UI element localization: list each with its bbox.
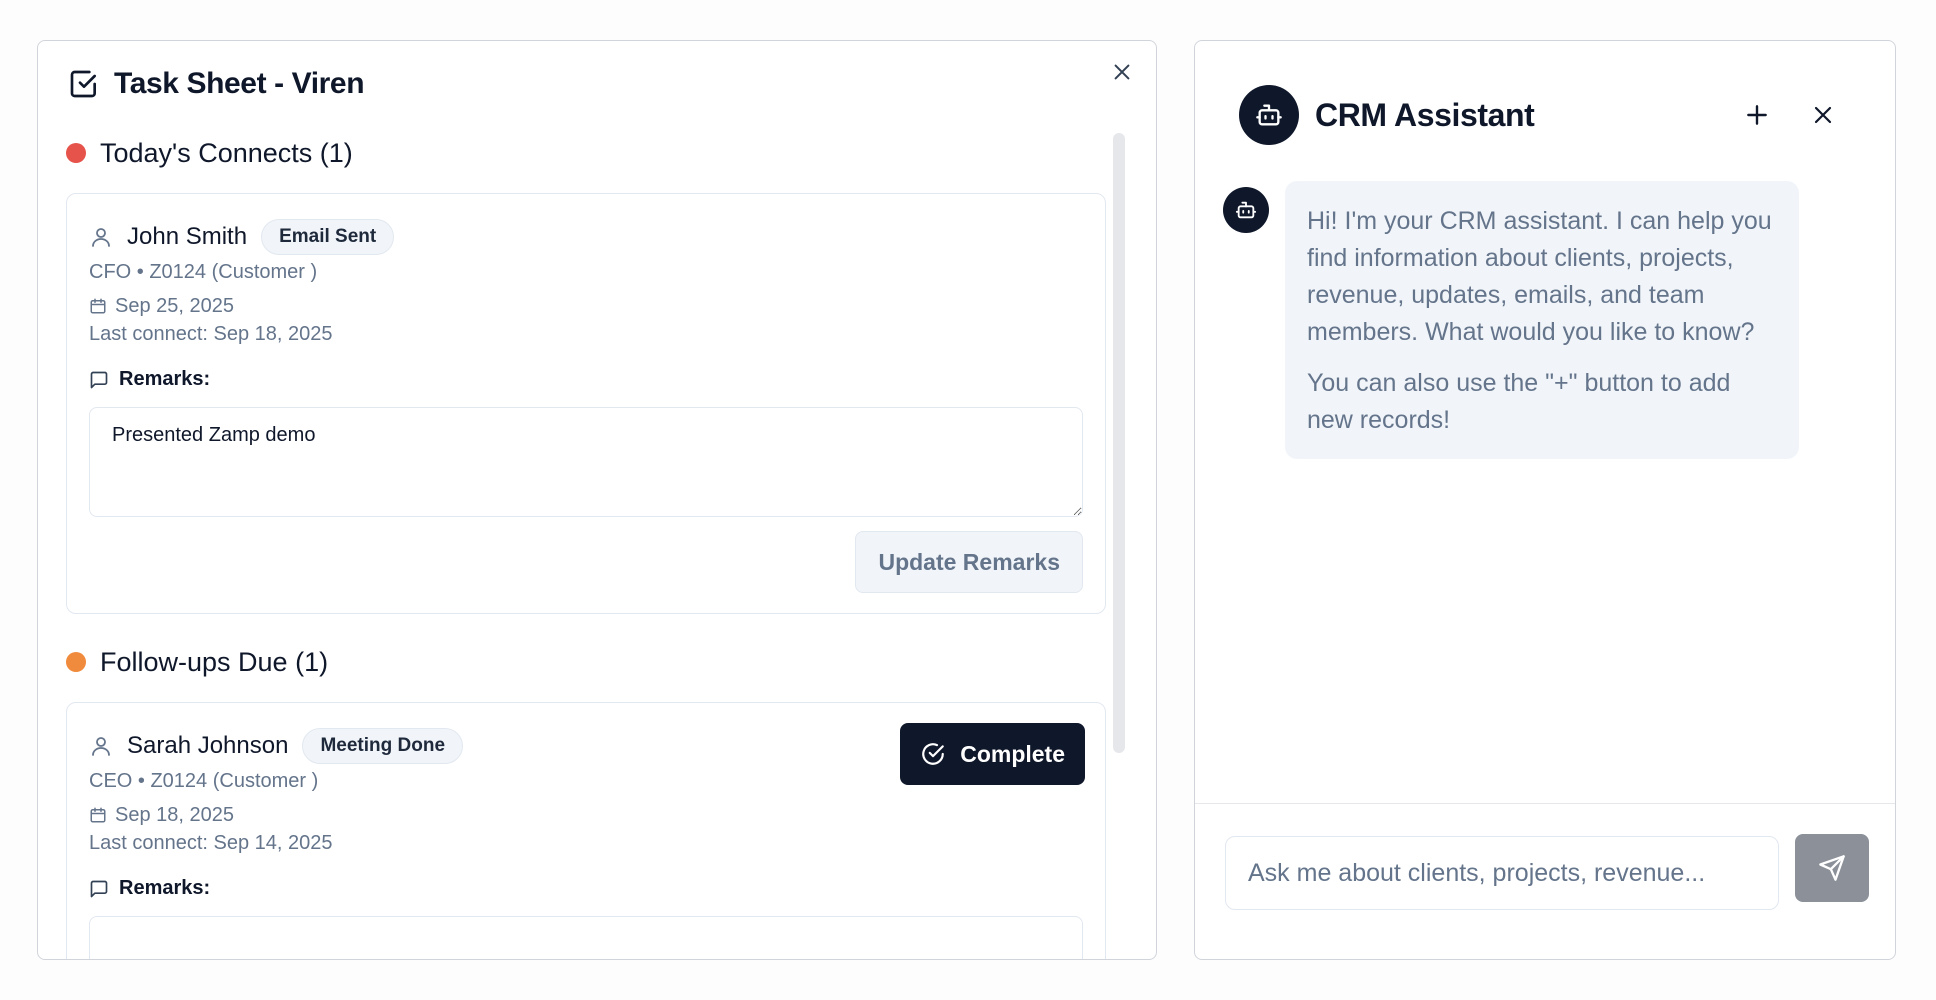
complete-button[interactable]: Complete	[900, 723, 1085, 785]
close-icon	[1814, 106, 1832, 124]
task-list-scrollbar[interactable]	[1113, 133, 1125, 753]
calendar-icon	[90, 298, 106, 314]
remarks-label: Remarks:	[89, 368, 1083, 391]
task-date-row: Sep 25, 2025	[89, 292, 1083, 320]
add-record-button[interactable]	[1735, 93, 1779, 137]
bot-message-text: You can also use the "+" button to add n…	[1307, 369, 1731, 434]
task-sheet-close-button[interactable]	[1106, 56, 1138, 88]
remarks-label: Remarks:	[89, 877, 1083, 900]
last-connect: Last connect: Sep 14, 2025	[89, 832, 333, 854]
user-icon	[92, 737, 110, 756]
remarks-label-text: Remarks:	[119, 368, 211, 390]
check-circle-icon	[922, 743, 945, 765]
status-badge: Email Sent	[261, 219, 395, 255]
send-icon	[1819, 855, 1845, 881]
close-icon	[1114, 64, 1130, 80]
task-sheet-panel: Task Sheet - Viren Today's Connects (1) …	[37, 40, 1157, 960]
section-title: Today's Connects (1)	[100, 137, 353, 168]
crm-title: CRM Assistant	[1315, 96, 1535, 133]
crm-header: CRM Assistant	[1239, 85, 1535, 145]
update-remarks-button[interactable]: Update Remarks	[855, 531, 1083, 593]
bot-icon	[1256, 104, 1282, 126]
message-square-icon	[90, 880, 108, 897]
task-sheet-header: Task Sheet - Viren	[68, 67, 365, 101]
task-list[interactable]: Today's Connects (1) John Smith Email Se…	[66, 133, 1106, 959]
task-card-sarah-johnson: Complete Sarah Johnson Meeting Done CEO …	[66, 702, 1106, 959]
bot-message-avatar	[1223, 187, 1269, 233]
send-button[interactable]	[1795, 834, 1869, 902]
section-todays-connects: Today's Connects (1)	[66, 133, 1106, 173]
plus-icon	[1747, 105, 1767, 125]
bot-message-bubble: Hi! I'm your CRM assistant. I can help y…	[1285, 181, 1799, 459]
message-square-icon	[90, 371, 108, 388]
calendar-icon	[90, 807, 106, 823]
chat-input[interactable]	[1225, 836, 1779, 910]
contact-role: CFO • Z0124 (Customer )	[89, 261, 318, 283]
remarks-label-text: Remarks:	[119, 877, 211, 899]
contact-name: Sarah Johnson	[127, 732, 289, 759]
last-connect: Last connect: Sep 18, 2025	[89, 323, 333, 345]
task-sheet-title: Task Sheet - Viren	[114, 67, 365, 100]
check-square-icon	[70, 70, 96, 98]
bot-icon	[1235, 201, 1257, 219]
crm-close-button[interactable]	[1801, 93, 1845, 137]
bot-message-text: Hi! I'm your CRM assistant. I can help y…	[1307, 207, 1772, 346]
status-badge: Meeting Done	[302, 728, 464, 764]
user-icon	[92, 228, 110, 247]
status-dot-orange	[66, 652, 86, 672]
contact-name: John Smith	[127, 223, 248, 250]
task-card-john-smith: John Smith Email Sent CFO • Z0124 (Custo…	[66, 193, 1106, 614]
section-follow-ups-due: Follow-ups Due (1)	[66, 642, 1106, 682]
complete-button-label: Complete	[960, 740, 1065, 767]
task-date: Sep 18, 2025	[115, 804, 234, 826]
chat-composer	[1195, 803, 1895, 959]
assistant-avatar	[1239, 85, 1299, 145]
section-title: Follow-ups Due (1)	[100, 646, 329, 677]
task-date: Sep 25, 2025	[115, 295, 234, 317]
task-date-row: Sep 18, 2025	[89, 801, 1083, 829]
remarks-textarea[interactable]	[89, 916, 1083, 959]
remarks-textarea[interactable]	[89, 407, 1083, 517]
crm-assistant-panel: CRM Assistant Hi! I'm your CRM assistant…	[1194, 40, 1896, 960]
status-dot-red	[66, 143, 86, 163]
